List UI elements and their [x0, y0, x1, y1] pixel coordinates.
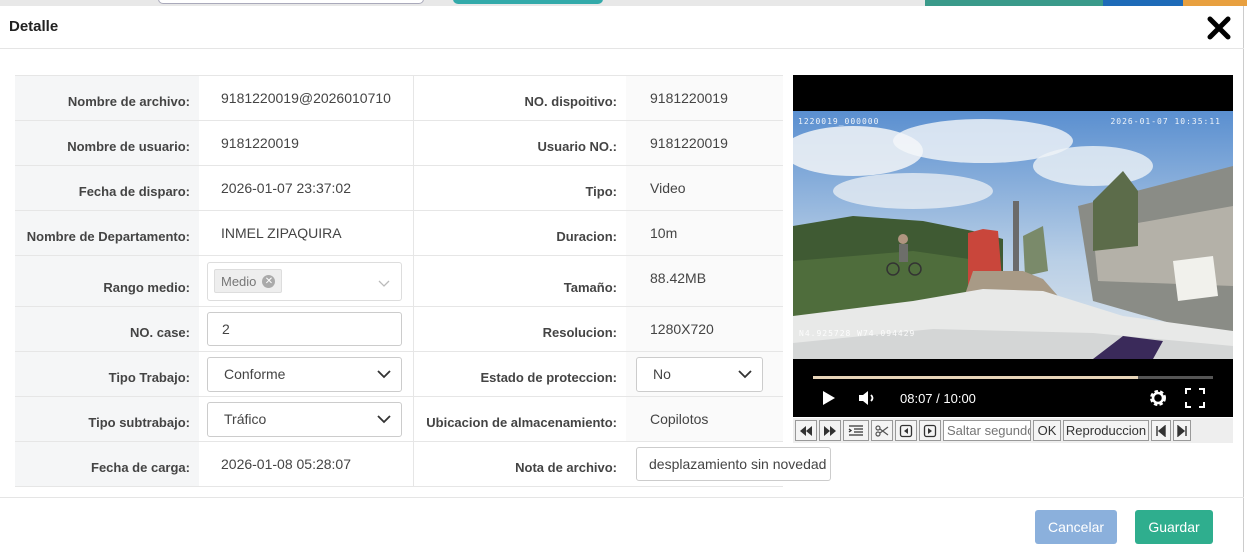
rewind-icon[interactable] [795, 420, 817, 441]
chevron-down-icon [377, 414, 391, 423]
form-row: Nombre de archivo: 9181220019@2026010710… [15, 76, 783, 121]
dialog-footer: Cancelar Guardar [0, 497, 1244, 552]
field-label: NO. dispoitivo: [414, 76, 626, 120]
skip-start-icon[interactable] [1151, 420, 1171, 441]
frame-back-icon[interactable] [895, 420, 917, 441]
fecha-disparo-value: 2026-01-07 23:37:02 [199, 166, 414, 210]
nombre-usuario-value: 9181220019 [199, 121, 414, 165]
tipo-value: Video [626, 166, 783, 210]
field-label: NO. case: [15, 307, 199, 351]
form-row: Nombre de Departamento: INMEL ZIPAQUIRA … [15, 211, 783, 256]
duracion-value: 10m [626, 211, 783, 255]
form-row: NO. case: Resolucion: 1280X720 [15, 307, 783, 352]
field-label: Nombre de Departamento: [15, 211, 199, 255]
field-label: Rango medio: [15, 256, 199, 306]
play-icon[interactable] [821, 386, 837, 410]
select-value: Tráfico [224, 411, 267, 427]
scissors-icon[interactable] [871, 420, 893, 441]
estado-proteccion-select[interactable]: No [636, 356, 763, 392]
field-label: Tamaño: [414, 256, 626, 306]
field-label: Duracion: [414, 211, 626, 255]
detail-form: Nombre de archivo: 9181220019@2026010710… [15, 75, 831, 487]
rango-medio-select[interactable]: Medio ✕ [207, 261, 402, 301]
field-label: Tipo subtrabajo: [15, 397, 199, 441]
video-frame [793, 111, 1233, 359]
save-button[interactable]: Guardar [1135, 510, 1213, 544]
video-osd-id: 1220019_000000 [798, 117, 880, 126]
close-icon[interactable] [1206, 15, 1232, 41]
volume-icon[interactable] [857, 386, 879, 410]
field-label: Tipo: [414, 166, 626, 210]
resolucion-value: 1280X720 [626, 307, 783, 351]
fullscreen-icon[interactable] [1183, 386, 1207, 410]
cancel-button[interactable]: Cancelar [1035, 510, 1117, 544]
nota-archivo-input[interactable] [636, 447, 831, 481]
nombre-archivo-value: 9181220019@2026010710 [199, 76, 414, 120]
list-icon[interactable] [843, 420, 869, 441]
playback-button[interactable]: Reproduccion [1063, 420, 1149, 441]
select-value: No [653, 366, 671, 382]
no-dispositivo-value: 9181220019 [626, 76, 783, 120]
tamano-value: 88.42MB [626, 256, 783, 306]
video-player[interactable]: 1220019_000000 2026-01-07 10:35:11 N4.92… [793, 75, 1233, 417]
detail-dialog: Detalle Nombre de archivo: 9181220019@20… [0, 6, 1244, 552]
video-osd-gps: N4.925728 W74.094429 [799, 329, 916, 338]
field-label: Resolucion: [414, 307, 626, 351]
fast-forward-icon[interactable] [819, 420, 841, 441]
form-row: Rango medio: Medio ✕ Tamaño: 88.42MB [15, 256, 783, 307]
tipo-subtrabajo-select[interactable]: Tráfico [207, 401, 402, 437]
frame-forward-icon[interactable] [919, 420, 941, 441]
form-row: Nombre de usuario: 9181220019 Usuario NO… [15, 121, 783, 166]
field-label: Estado de proteccion: [414, 352, 626, 396]
tag-label: Medio [221, 273, 257, 289]
departamento-value: INMEL ZIPAQUIRA [199, 211, 414, 255]
ok-button[interactable]: OK [1033, 420, 1061, 441]
selected-tag: Medio ✕ [214, 269, 283, 293]
dialog-header: Detalle [0, 6, 1244, 49]
chevron-down-icon [377, 369, 391, 378]
dialog-title: Detalle [9, 18, 59, 35]
seek-seconds-input[interactable] [944, 421, 1030, 440]
fecha-carga-value: 2026-01-08 05:28:07 [199, 442, 414, 486]
usuario-no-value: 9181220019 [626, 121, 783, 165]
field-label: Tipo Trabajo: [15, 352, 199, 396]
gear-icon[interactable] [1147, 386, 1169, 410]
form-row: Fecha de disparo: 2026-01-07 23:37:02 Ti… [15, 166, 783, 211]
form-row: Tipo subtrabajo: Tráfico Ubicacion de al… [15, 397, 783, 442]
select-value: Conforme [224, 366, 286, 382]
skip-end-icon[interactable] [1173, 420, 1191, 441]
video-osd-datetime: 2026-01-07 10:35:11 [1110, 117, 1221, 126]
form-row: Tipo Trabajo: Conforme Estado de protecc… [15, 352, 783, 397]
video-time: 08:07 / 10:00 [900, 391, 976, 406]
tipo-trabajo-select[interactable]: Conforme [207, 356, 402, 392]
field-label: Fecha de carga: [15, 442, 199, 486]
video-toolbar: OK Reproduccion [793, 418, 1233, 443]
chevron-down-icon [738, 369, 752, 378]
field-label: Usuario NO.: [414, 121, 626, 165]
field-label: Nombre de archivo: [15, 76, 199, 120]
ubicacion-value: Copilotos [626, 397, 783, 441]
field-label: Nota de archivo: [414, 442, 626, 486]
field-label: Nombre de usuario: [15, 121, 199, 165]
remove-tag-icon[interactable]: ✕ [262, 274, 276, 288]
field-label: Ubicacion de almacenamiento: [414, 397, 626, 441]
video-progress-fill [813, 376, 1138, 379]
no-case-input[interactable] [207, 312, 402, 346]
form-row: Fecha de carga: 2026-01-08 05:28:07 Nota… [15, 442, 831, 487]
field-label: Fecha de disparo: [15, 166, 199, 210]
video-progress-bar[interactable] [813, 376, 1213, 379]
chevron-down-icon [378, 280, 390, 287]
